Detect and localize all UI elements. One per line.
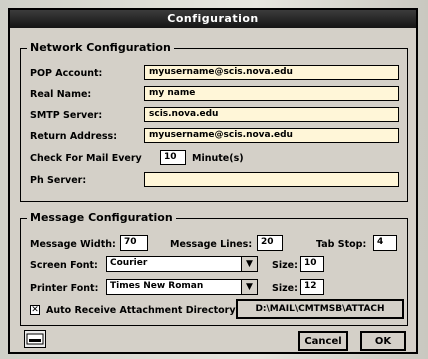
- auto-receive-label: Auto Receive Attachment Directory:: [46, 305, 240, 316]
- cancel-button[interactable]: Cancel: [298, 331, 348, 351]
- ph-server-label: Ph Server:: [30, 175, 87, 186]
- pop-account-field[interactable]: myusername@scis.nova.edu: [144, 65, 399, 80]
- check-mail-label: Check For Mail Every: [30, 153, 142, 164]
- message-width-field[interactable]: 70: [120, 235, 148, 251]
- chevron-down-icon[interactable]: ▼: [241, 257, 257, 271]
- ph-server-field[interactable]: [144, 172, 399, 187]
- minutes-label: Minute(s): [192, 153, 244, 164]
- screen-size-label: Size:: [272, 260, 298, 271]
- message-lines-field[interactable]: 20: [257, 235, 283, 251]
- screen-font-label: Screen Font:: [30, 260, 98, 271]
- window-title: Configuration: [167, 12, 259, 25]
- network-configuration-title: Network Configuration: [27, 41, 174, 54]
- smtp-server-field[interactable]: scis.nova.edu: [144, 107, 399, 122]
- checkbox-checked-icon: ✕: [31, 305, 39, 315]
- printer-font-value: Times New Roman: [110, 281, 204, 291]
- message-configuration-title: Message Configuration: [27, 211, 176, 224]
- screen-font-value: Courier: [110, 258, 148, 268]
- check-mail-interval-field[interactable]: 10: [160, 150, 186, 165]
- configuration-dialog: Configuration Network Configuration POP …: [8, 8, 418, 354]
- screen-size-field[interactable]: 10: [300, 256, 324, 272]
- real-name-label: Real Name:: [30, 89, 92, 100]
- printer-size-label: Size:: [272, 283, 298, 294]
- tab-stop-field[interactable]: 4: [373, 235, 397, 251]
- app-icon-graphic: [26, 333, 44, 345]
- attachment-directory-button[interactable]: D:\MAIL\CMTMSB\ATTACH: [236, 299, 404, 319]
- message-width-label: Message Width:: [30, 239, 116, 250]
- screen-font-select[interactable]: Courier ▼: [106, 256, 258, 272]
- printer-font-label: Printer Font:: [30, 283, 99, 294]
- printer-font-select[interactable]: Times New Roman ▼: [106, 279, 258, 295]
- ok-button[interactable]: OK: [360, 331, 406, 351]
- pop-account-label: POP Account:: [30, 68, 103, 79]
- scene: Configuration Network Configuration POP …: [0, 0, 428, 359]
- return-address-field[interactable]: myusername@scis.nova.edu: [144, 128, 399, 143]
- printer-size-field[interactable]: 12: [300, 279, 324, 295]
- message-lines-label: Message Lines:: [170, 239, 253, 250]
- auto-receive-checkbox[interactable]: ✕: [30, 305, 40, 315]
- smtp-server-label: SMTP Server:: [30, 110, 103, 121]
- title-bar[interactable]: Configuration: [10, 10, 416, 28]
- real-name-field[interactable]: my name: [144, 86, 399, 101]
- tab-stop-label: Tab Stop:: [316, 239, 367, 250]
- app-icon: [24, 330, 46, 348]
- return-address-label: Return Address:: [30, 131, 118, 142]
- chevron-down-icon[interactable]: ▼: [241, 280, 257, 294]
